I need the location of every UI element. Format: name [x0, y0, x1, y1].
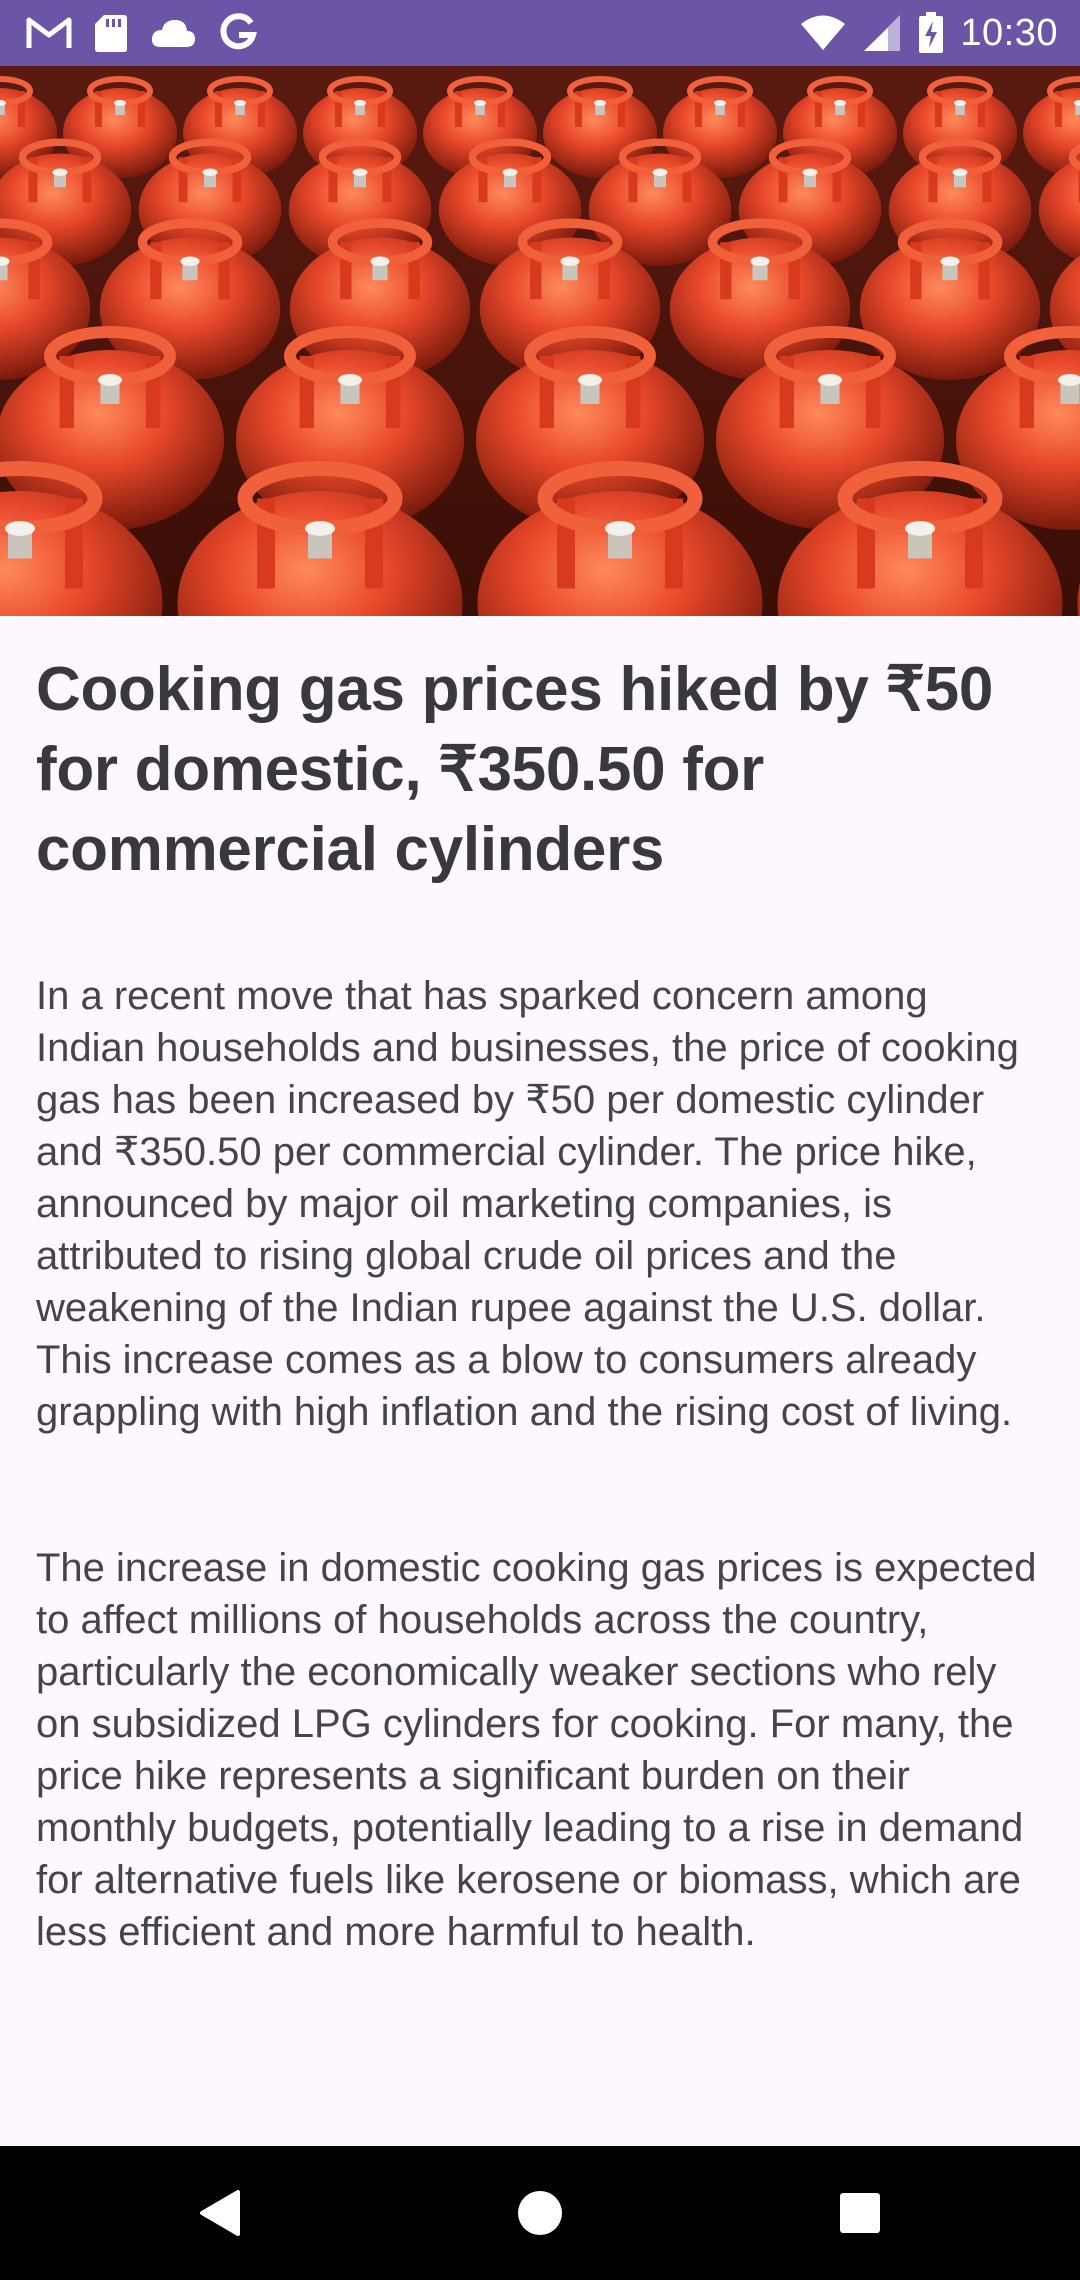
- status-bar: 10:30: [0, 0, 1080, 66]
- notification-icons: [26, 10, 258, 56]
- wifi-icon: [800, 15, 846, 51]
- back-icon: [200, 2190, 240, 2236]
- system-icons: 10:30: [800, 8, 1058, 58]
- cell-signal-icon: [862, 14, 902, 52]
- navigation-bar: [0, 2146, 1080, 2280]
- google-icon: [218, 13, 258, 53]
- back-button[interactable]: [180, 2176, 260, 2250]
- battery-charging-icon: [918, 12, 944, 54]
- article: Cooking gas prices hiked by ₹50 for dome…: [36, 650, 1046, 1958]
- screen: 10:30 Cooking gas prices hiked by ₹50 fo…: [0, 0, 1080, 2280]
- article-headline: Cooking gas prices hiked by ₹50 for dome…: [36, 655, 993, 884]
- recents-icon: [840, 2193, 880, 2233]
- sd-card-icon: [94, 13, 128, 53]
- gmail-icon: [26, 15, 72, 51]
- recents-button[interactable]: [820, 2176, 900, 2250]
- status-time: 10:30: [960, 11, 1058, 54]
- hero-image: [0, 66, 1080, 616]
- home-icon: [518, 2191, 562, 2235]
- home-button[interactable]: [500, 2176, 580, 2250]
- article-paragraph-2: The increase in domestic cooking gas pri…: [36, 1546, 1037, 1954]
- article-paragraph-1: In a recent move that has sparked concer…: [36, 974, 1019, 1434]
- cloud-icon: [150, 18, 196, 48]
- lpg-cylinders-illustration: [0, 66, 1080, 616]
